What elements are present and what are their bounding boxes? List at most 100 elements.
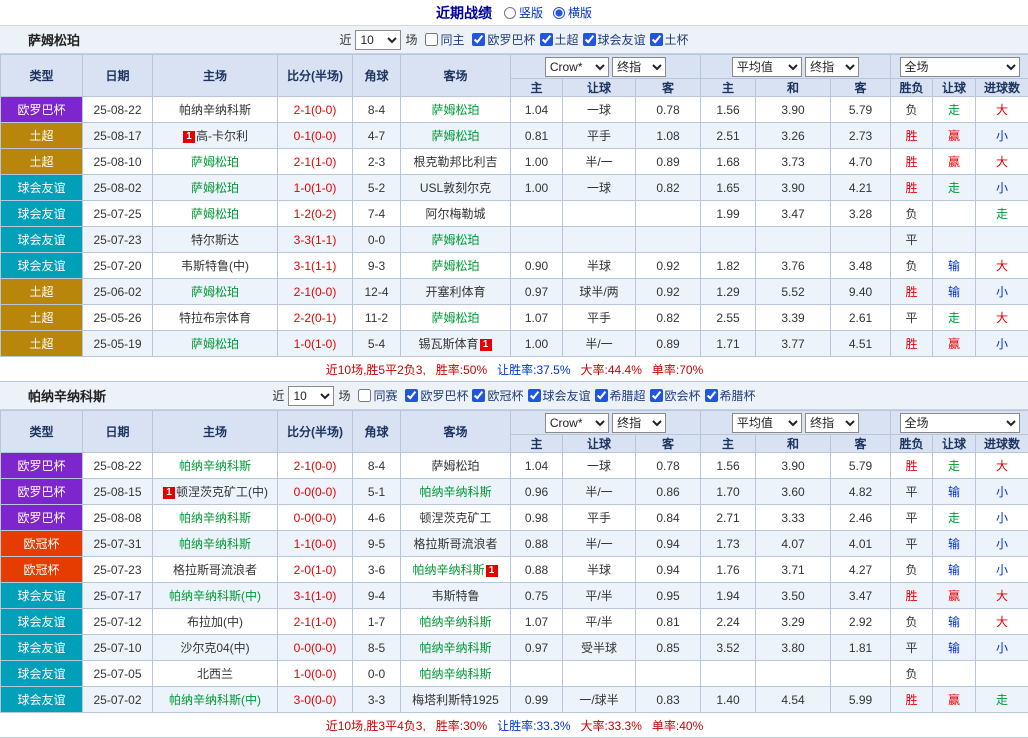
team-name[interactable]: 萨姆松珀 <box>191 155 239 169</box>
team-name[interactable]: 梅塔利斯特1925 <box>412 693 499 707</box>
score-cell[interactable]: 3-3(1-1) <box>278 227 353 253</box>
score-cell[interactable]: 1-1(0-0) <box>278 531 353 557</box>
league-filter-土超[interactable]: 土超 <box>536 31 579 48</box>
league-checkbox[interactable] <box>405 389 418 402</box>
odds-source-select[interactable]: Crow* <box>545 413 609 433</box>
team-name[interactable]: 顿涅茨克矿工 <box>419 511 491 525</box>
team-name[interactable]: 帕纳辛纳科斯 <box>179 459 251 473</box>
team-name[interactable]: 萨姆松珀 <box>191 207 239 221</box>
score-cell[interactable]: 0-0(0-0) <box>278 635 353 661</box>
team-name[interactable]: 格拉斯哥流浪者 <box>173 563 257 577</box>
score-cell[interactable]: 2-0(1-0) <box>278 557 353 583</box>
score-cell[interactable]: 2-2(0-1) <box>278 305 353 331</box>
league-checkbox[interactable] <box>595 389 608 402</box>
recent-count-select[interactable]: 10 <box>355 30 401 50</box>
team-name[interactable]: 萨姆松珀 <box>191 181 239 195</box>
team-name[interactable]: 锡瓦斯体育 <box>418 337 478 351</box>
team-name[interactable]: 萨姆松珀 <box>431 233 479 247</box>
team-name[interactable]: 萨姆松珀 <box>191 285 239 299</box>
team-name[interactable]: 根克勒邦比利吉 <box>413 155 497 169</box>
team-name[interactable]: 萨姆松珀 <box>191 337 239 351</box>
league-checkbox[interactable] <box>472 33 485 46</box>
avg-source-select[interactable]: 平均值 <box>732 413 802 433</box>
score-cell[interactable]: 2-1(0-0) <box>278 97 353 123</box>
view-mode-option-竖版[interactable]: 竖版 <box>504 4 543 21</box>
team-name[interactable]: 韦斯特鲁(中) <box>181 259 249 273</box>
league-checkbox[interactable] <box>528 389 541 402</box>
team-name[interactable]: 顿涅茨克矿工(中) <box>176 485 268 499</box>
score-cell[interactable]: 3-1(1-1) <box>278 253 353 279</box>
team-name[interactable]: 开塞利体育 <box>425 285 485 299</box>
league-checkbox[interactable] <box>650 389 663 402</box>
team-name[interactable]: 帕纳辛纳科斯 <box>419 667 491 681</box>
score-cell[interactable]: 2-1(0-0) <box>278 279 353 305</box>
team-name[interactable]: 特拉布宗体育 <box>179 311 251 325</box>
score-cell[interactable]: 0-0(0-0) <box>278 505 353 531</box>
team-name[interactable]: 格拉斯哥流浪者 <box>413 537 497 551</box>
odds-kind-select[interactable]: 终指 <box>612 413 666 433</box>
scope-select[interactable]: 全场 <box>900 57 1020 77</box>
score-cell[interactable]: 1-2(0-2) <box>278 201 353 227</box>
team-name[interactable]: 帕纳辛纳科斯(中) <box>169 589 261 603</box>
score-cell[interactable]: 0-0(0-0) <box>278 479 353 505</box>
team-name[interactable]: USL敦刻尔克 <box>420 181 491 195</box>
view-mode-radio[interactable] <box>553 7 565 19</box>
team-name[interactable]: 帕纳辛纳科斯 <box>419 485 491 499</box>
team-name[interactable]: 北西兰 <box>197 667 233 681</box>
league-filter-欧冠杯[interactable]: 欧冠杯 <box>468 387 523 404</box>
view-mode-radio[interactable] <box>504 7 516 19</box>
odds-kind-select[interactable]: 终指 <box>612 57 666 77</box>
score-cell[interactable]: 3-1(1-0) <box>278 583 353 609</box>
league-checkbox[interactable] <box>472 389 485 402</box>
score-cell[interactable]: 1-0(0-0) <box>278 661 353 687</box>
team-name[interactable]: 高-卡尔利 <box>196 129 248 143</box>
team-name[interactable]: 萨姆松珀 <box>431 459 479 473</box>
team-name[interactable]: 帕纳辛纳科斯 <box>179 103 251 117</box>
scope-select[interactable]: 全场 <box>900 413 1020 433</box>
odds-source-select[interactable]: Crow* <box>545 57 609 77</box>
team-name[interactable]: 阿尔梅勒城 <box>425 207 485 221</box>
team-name[interactable]: 沙尔克04(中) <box>180 641 249 655</box>
score-cell[interactable]: 0-1(0-0) <box>278 123 353 149</box>
league-filter-欧罗巴杯[interactable]: 欧罗巴杯 <box>468 31 535 48</box>
score-cell[interactable]: 3-0(0-0) <box>278 687 353 713</box>
team-name[interactable]: 帕纳辛纳科斯 <box>412 563 484 577</box>
league-filter-球会友谊[interactable]: 球会友谊 <box>524 387 591 404</box>
avg-source-select[interactable]: 平均值 <box>732 57 802 77</box>
team-name[interactable]: 萨姆松珀 <box>431 311 479 325</box>
league-filter-希腊杯[interactable]: 希腊杯 <box>701 387 756 404</box>
league-checkbox[interactable] <box>650 33 663 46</box>
team-name[interactable]: 帕纳辛纳科斯 <box>419 641 491 655</box>
team-name[interactable]: 韦斯特鲁 <box>431 589 479 603</box>
avg-kind-select[interactable]: 终指 <box>805 57 859 77</box>
view-mode-option-横版[interactable]: 横版 <box>553 4 592 21</box>
team-name[interactable]: 萨姆松珀 <box>431 103 479 117</box>
score-cell[interactable]: 1-0(1-0) <box>278 175 353 201</box>
league-filter-欧会杯[interactable]: 欧会杯 <box>646 387 701 404</box>
league-filter-球会友谊[interactable]: 球会友谊 <box>579 31 646 48</box>
league-checkbox[interactable] <box>705 389 718 402</box>
same-home-checkbox[interactable] <box>425 33 438 46</box>
team-name[interactable]: 特尔斯达 <box>191 233 239 247</box>
team-name[interactable]: 帕纳辛纳科斯(中) <box>169 693 261 707</box>
team-name[interactable]: 帕纳辛纳科斯 <box>179 537 251 551</box>
league-filter-希腊超[interactable]: 希腊超 <box>591 387 646 404</box>
team-name[interactable]: 布拉加(中) <box>187 615 243 629</box>
league-checkbox[interactable] <box>583 33 596 46</box>
team-name[interactable]: 帕纳辛纳科斯 <box>179 511 251 525</box>
recent-count-select[interactable]: 10 <box>288 386 334 406</box>
league-filter-土杯[interactable]: 土杯 <box>646 31 689 48</box>
avg-kind-select[interactable]: 终指 <box>805 413 859 433</box>
score-cell[interactable]: 1-0(1-0) <box>278 331 353 357</box>
team-name[interactable]: 萨姆松珀 <box>431 129 479 143</box>
score-cell[interactable]: 2-1(0-0) <box>278 453 353 479</box>
same-home-filter[interactable]: 同主 <box>421 31 464 48</box>
score-cell[interactable]: 2-1(1-0) <box>278 609 353 635</box>
team-name[interactable]: 帕纳辛纳科斯 <box>419 615 491 629</box>
league-checkbox[interactable] <box>540 33 553 46</box>
score-cell[interactable]: 2-1(1-0) <box>278 149 353 175</box>
same-competition-filter[interactable]: 同赛 <box>354 387 397 404</box>
league-filter-欧罗巴杯[interactable]: 欧罗巴杯 <box>401 387 468 404</box>
team-name[interactable]: 萨姆松珀 <box>431 259 479 273</box>
same-competition-checkbox[interactable] <box>358 389 371 402</box>
